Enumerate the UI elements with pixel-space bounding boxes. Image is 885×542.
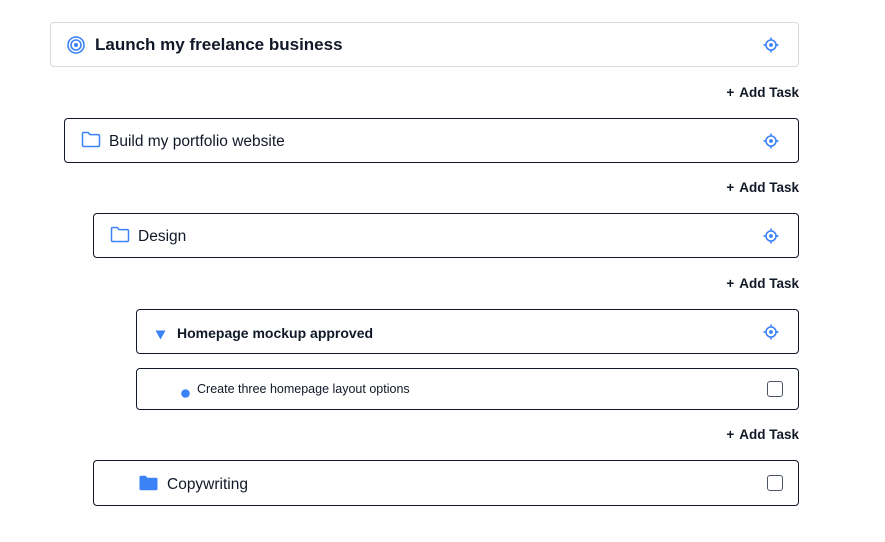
add-task-button[interactable]: + Add Task	[726, 180, 799, 195]
project-card[interactable]: Build my portfolio website	[64, 118, 799, 163]
project-title: Build my portfolio website	[109, 133, 285, 150]
focus-crosshair-icon[interactable]	[762, 323, 780, 341]
plus-icon: +	[726, 180, 735, 195]
subproject-title: Copywriting	[167, 476, 248, 493]
subproject-card[interactable]: Copywriting	[93, 460, 799, 506]
triangle-down-icon[interactable]	[155, 327, 166, 340]
task-card[interactable]: Create three homepage layout options	[136, 368, 799, 410]
milestone-card[interactable]: Homepage mockup approved	[136, 309, 799, 354]
add-task-button[interactable]: + Add Task	[726, 427, 799, 442]
add-task-button[interactable]: + Add Task	[726, 276, 799, 291]
focus-crosshair-icon[interactable]	[762, 36, 780, 54]
target-icon	[67, 36, 85, 54]
focus-crosshair-icon[interactable]	[762, 227, 780, 245]
plus-icon: +	[726, 276, 735, 291]
plus-icon: +	[726, 85, 735, 100]
add-task-label: Add Task	[739, 276, 799, 291]
add-task-label: Add Task	[739, 180, 799, 195]
subproject-title: Design	[138, 228, 187, 245]
add-task-button[interactable]: + Add Task	[726, 85, 799, 100]
focus-crosshair-icon[interactable]	[762, 132, 780, 150]
add-task-label: Add Task	[739, 427, 799, 442]
subproject-card[interactable]: Design	[93, 213, 799, 258]
add-task-label: Add Task	[739, 85, 799, 100]
task-title: Create three homepage layout options	[197, 382, 410, 396]
task-checkbox[interactable]	[767, 381, 783, 397]
subproject-checkbox[interactable]	[767, 475, 783, 491]
goal-title: Launch my freelance business	[95, 35, 343, 54]
goal-card[interactable]: Launch my freelance business	[50, 22, 799, 67]
bullet-dot-icon	[181, 385, 190, 398]
plus-icon: +	[726, 427, 735, 442]
folder-outline-icon	[110, 226, 130, 243]
milestone-title: Homepage mockup approved	[177, 325, 374, 341]
folder-outline-icon	[81, 131, 101, 148]
folder-filled-icon	[139, 475, 158, 491]
